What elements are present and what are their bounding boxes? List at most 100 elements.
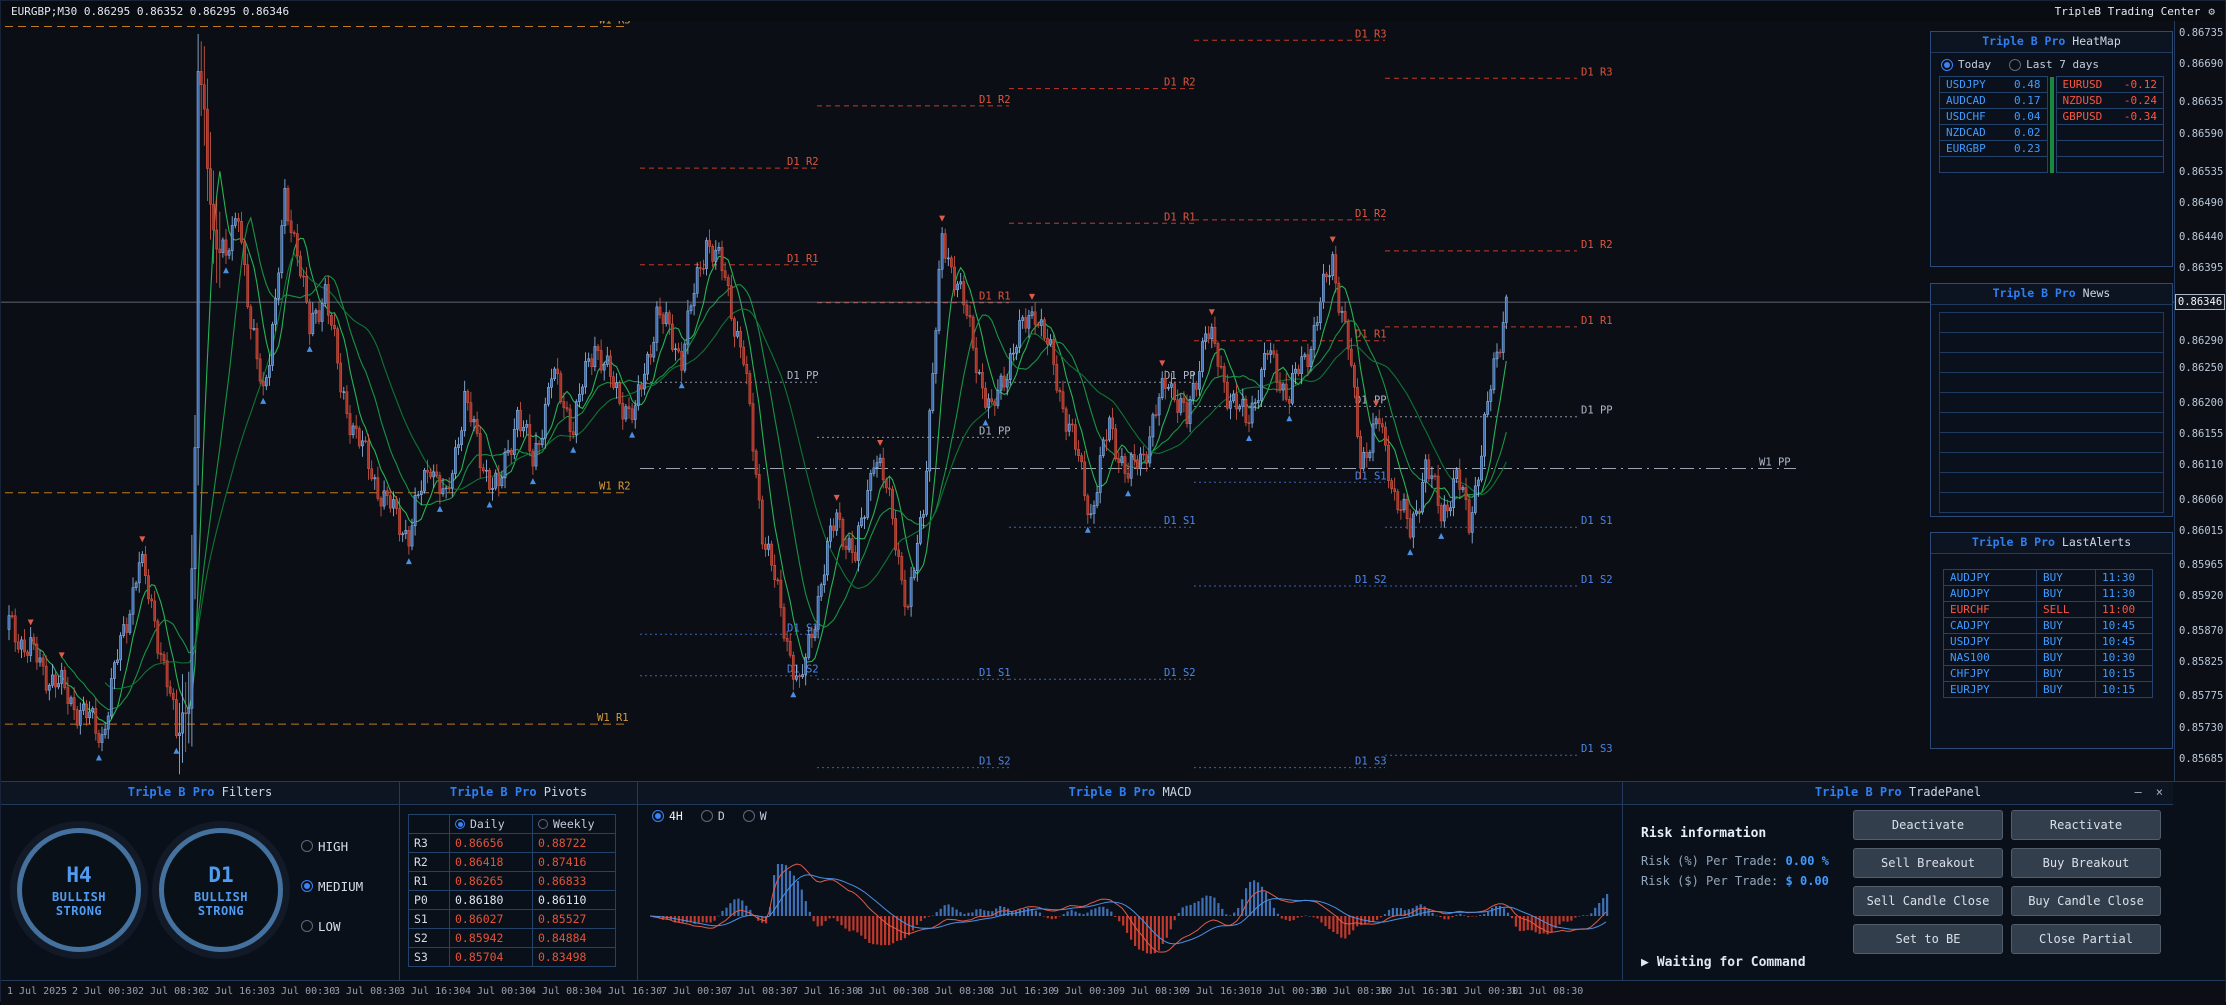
sell-breakout-button[interactable]: Sell Breakout (1853, 848, 2003, 878)
svg-text:D1 S1: D1 S1 (1581, 515, 1613, 527)
gauge-h4-trend: H4 BULLISH STRONG (17, 828, 141, 952)
gauge-timeframe: D1 (208, 863, 233, 887)
settings-icon[interactable]: ⚙ (2208, 5, 2215, 18)
radio-icon (538, 819, 548, 829)
pivot-col-weekly[interactable]: Weekly (533, 815, 616, 834)
bottom-dock: Triple B Pro Filters H4 BULLISH STRONG D… (1, 781, 2225, 980)
svg-text:D1 R1: D1 R1 (787, 253, 819, 265)
price-scale[interactable]: 0.86346 0.867350.866900.866350.865900.86… (2174, 21, 2225, 781)
buy-breakout-button[interactable]: Buy Breakout (2011, 848, 2161, 878)
time-axis-label: 9 Jul 08:30 (1119, 986, 1185, 997)
play-icon: ▶ (1641, 955, 1649, 970)
lastalerts-header: Triple B Pro LastAlerts (1931, 533, 2172, 554)
price-axis-label: 0.86535 (2179, 166, 2223, 178)
price-axis-label: 0.86590 (2179, 128, 2223, 140)
price-axis-label: 0.86290 (2179, 335, 2223, 347)
svg-text:D1 S2: D1 S2 (1355, 574, 1387, 586)
heatmap-cell: USDCHF0.04 (1939, 108, 2048, 125)
radio-selected-icon (455, 819, 465, 829)
price-axis-label: 0.86060 (2179, 494, 2223, 506)
chart-symbol-ohlc: EURGBP;M30 0.86295 0.86352 0.86295 0.863… (11, 5, 289, 18)
minimize-icon[interactable]: — (2135, 782, 2142, 803)
time-axis-label: 11 Jul 08:30 (1511, 986, 1583, 997)
heatmap-period-options: Today Last 7 days (1931, 53, 2172, 74)
macd-tf-d[interactable]: D (701, 809, 725, 823)
chart-area[interactable]: W1 R3W1 R2W1 R1W1 PPD1 R2D1 R1D1 PPD1 S1… (1, 21, 2174, 781)
signal-arrows-layer (28, 216, 1445, 761)
gauge-timeframe: H4 (66, 863, 91, 887)
heatmap-pair: NZDUSD (2063, 93, 2103, 108)
svg-text:D1 R2: D1 R2 (787, 156, 819, 168)
news-row (1939, 492, 2164, 513)
news-row (1939, 452, 2164, 473)
svg-text:W1 R3: W1 R3 (599, 21, 631, 27)
svg-text:D1 R2: D1 R2 (1581, 239, 1613, 251)
filter-level-high[interactable]: HIGH (301, 834, 363, 858)
macd-tf-w[interactable]: W (743, 809, 767, 823)
time-axis-label: 7 Jul 16:30 (792, 986, 858, 997)
svg-text:D1 R2: D1 R2 (1164, 77, 1196, 89)
filters-title: Filters (222, 785, 273, 799)
heatmap-period-last7days[interactable]: Last 7 days (2009, 58, 2099, 71)
news-panel: Triple B Pro News (1930, 283, 2173, 517)
status-message: ▶Waiting for Command (1641, 955, 1806, 970)
svg-text:D1 S3: D1 S3 (1581, 743, 1613, 755)
gauge-strength: STRONG (56, 904, 102, 918)
heatmap-value: -0.12 (2124, 77, 2157, 92)
set-to-be-button[interactable]: Set to BE (1853, 924, 2003, 954)
heatmap-header: Triple B Pro HeatMap (1931, 32, 2172, 53)
news-list (1931, 305, 2172, 513)
svg-text:W1 R1: W1 R1 (597, 712, 629, 724)
macd-chart (650, 826, 1610, 974)
filter-level-low[interactable]: LOW (301, 914, 363, 938)
risk-heading: Risk information (1641, 826, 1766, 841)
news-row (1939, 392, 2164, 413)
svg-text:D1 S1: D1 S1 (1164, 515, 1196, 527)
radio-selected-icon (1941, 59, 1953, 71)
heatmap-pair: USDCHF (1946, 109, 1986, 124)
alert-time: 10:45 (2095, 633, 2153, 650)
sell-candle-close-button[interactable]: Sell Candle Close (1853, 886, 2003, 916)
tradepanel-title: TradePanel (1909, 785, 1981, 799)
gauge-d1-trend: D1 BULLISH STRONG (159, 828, 283, 952)
news-header: Triple B Pro News (1931, 284, 2172, 305)
price-axis-label: 0.86690 (2179, 58, 2223, 70)
time-axis-label: 2 Jul 00:30 (72, 986, 138, 997)
svg-text:D1 PP: D1 PP (787, 370, 819, 382)
macd-timeframe-options: 4H D W (652, 809, 767, 823)
buy-candle-close-button[interactable]: Buy Candle Close (2011, 886, 2161, 916)
heatmap-period-today[interactable]: Today (1941, 58, 1991, 71)
trade-panel: Triple B Pro TradePanel — × Risk informa… (1623, 782, 2173, 980)
alert-time: 10:15 (2095, 665, 2153, 682)
heatmap-cell: NZDUSD-0.24 (2056, 92, 2165, 109)
reactivate-button[interactable]: Reactivate (2011, 810, 2161, 840)
macd-tf-4h[interactable]: 4H (652, 809, 683, 823)
radio-icon (701, 810, 713, 822)
close-icon[interactable]: × (2156, 782, 2163, 803)
svg-text:D1 PP: D1 PP (1164, 370, 1196, 382)
time-axis-label: 4 Jul 00:30 (465, 986, 531, 997)
pivot-row: P00.861800.86110 (409, 891, 616, 910)
deactivate-button[interactable]: Deactivate (1853, 810, 2003, 840)
alert-pair: USDJPY (1943, 633, 2037, 650)
time-axis-label: 10 Jul 16:30 (1380, 986, 1452, 997)
lastalerts-title: LastAlerts (2062, 535, 2131, 549)
svg-text:D1 S2: D1 S2 (1164, 667, 1196, 679)
time-axis-label: 4 Jul 16:30 (596, 986, 662, 997)
heatmap-value: 0.02 (2014, 125, 2041, 140)
risk-dollar-value: $ 0.00 (1786, 874, 1829, 888)
heatmap-table: USDJPY0.48AUDCAD0.17USDCHF0.04NZDCAD0.02… (1931, 74, 2172, 173)
price-axis-label: 0.85825 (2179, 656, 2223, 668)
time-axis-label: 10 Jul 08:30 (1315, 986, 1387, 997)
pivot-col-daily[interactable]: Daily (450, 815, 533, 834)
heatmap-positive-column: USDJPY0.48AUDCAD0.17USDCHF0.04NZDCAD0.02… (1939, 77, 2048, 173)
time-axis-label: 10 Jul 00:30 (1250, 986, 1322, 997)
bottom-filler (2173, 782, 2225, 980)
alert-pair: EURCHF (1943, 601, 2037, 618)
filter-level-medium[interactable]: MEDIUM (301, 874, 363, 898)
news-row (1939, 432, 2164, 453)
close-partial-button[interactable]: Close Partial (2011, 924, 2161, 954)
heatmap-panel: Triple B Pro HeatMap Today Last 7 days U… (1930, 31, 2173, 267)
svg-text:D1 R2: D1 R2 (979, 94, 1011, 106)
time-axis-label: 8 Jul 00:30 (857, 986, 923, 997)
